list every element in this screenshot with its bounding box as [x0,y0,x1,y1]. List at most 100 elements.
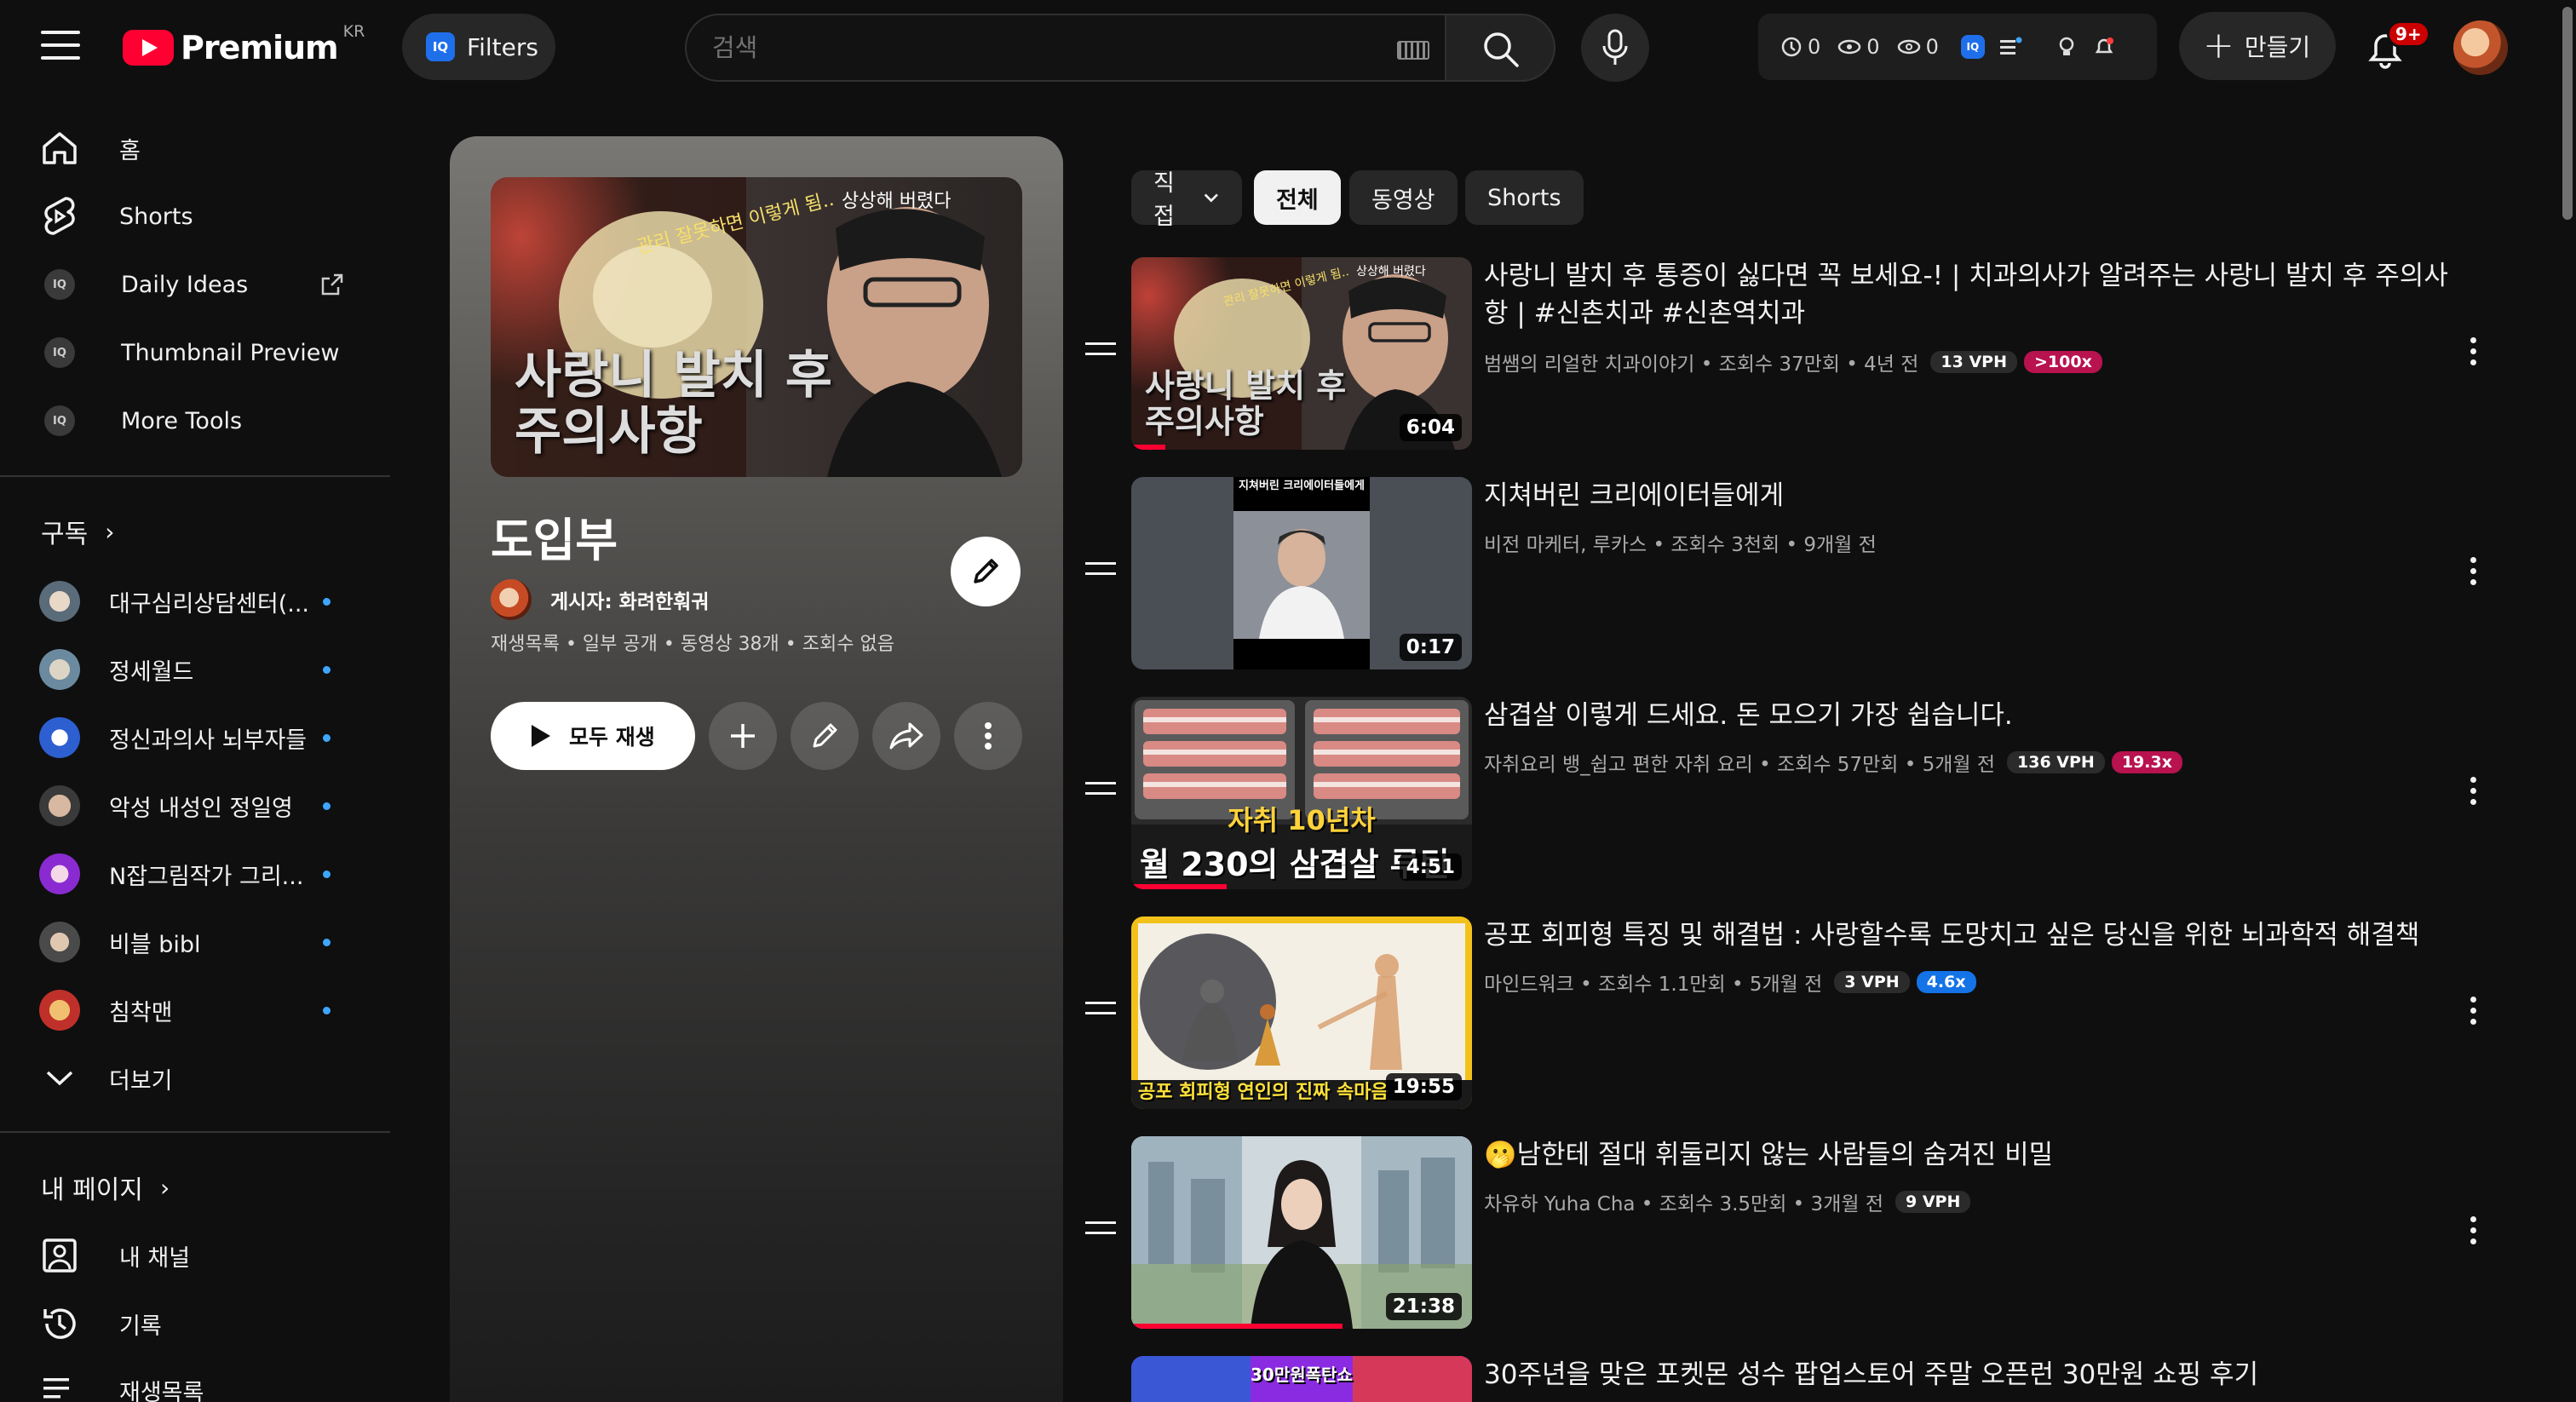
list-icon[interactable] [1998,36,2022,58]
chip-videos[interactable]: 동영상 [1349,170,1458,225]
video-more-menu-icon[interactable] [2470,1216,2479,1250]
watch-progress-bar [1131,1324,1343,1329]
filters-button[interactable]: IQ Filters [402,14,555,80]
sidebar-item-daily-ideas[interactable]: IQ Daily Ideas [20,250,378,319]
subscription-item[interactable]: 정세월드 [20,635,378,704]
playlist-video-row[interactable]: 자취 10년차 월 230의 삼겹살 루틴 4:51 삼겹살 이렇게 드세요. … [1078,697,2527,893]
edit-thumbnail-button[interactable] [951,537,1021,606]
external-link-icon [321,273,343,296]
playlist-thumbnail[interactable]: 관리 잘못하면 이렇게 됨.. 상상해 버렸다 사랑니 발치 후 주의사항 [491,177,1022,477]
share-icon [889,722,923,750]
video-thumbnail[interactable]: 지쳐버린 크리에이터들에게 0:17 [1131,477,1472,669]
video-more-menu-icon[interactable] [2470,777,2479,811]
iq-icon: IQ [44,269,75,300]
sidebar-item-playlists[interactable]: 재생목록 [20,1356,378,1402]
microphone-icon [1602,29,1628,65]
sidebar-item-label: 재생목록 [119,1379,204,1402]
new-content-dot [323,597,331,606]
voice-search-button[interactable] [1581,14,1649,82]
search-button[interactable] [1446,14,1555,82]
video-title[interactable]: 공포 회피형 특징 및 해결법 : 사랑할수록 도망치고 싶은 당신을 위한 뇌… [1484,916,2455,954]
drag-handle-icon[interactable] [1085,342,1116,361]
add-to-playlist-button[interactable] [709,702,777,770]
video-thumbnail[interactable]: 공포 회피형 연인의 진짜 속마음 19:55 [1131,916,1472,1109]
video-thumbnail[interactable]: 21:38 [1131,1136,1472,1329]
extension-toolbar: 0 0 0 IQ [1758,14,2157,80]
notification-count-badge: 9+ [2387,20,2430,48]
lightbulb-icon[interactable] [2055,35,2079,59]
video-title[interactable]: 삼겹살 이렇게 드세요. 돈 모으기 가장 쉽습니다. [1484,697,2455,734]
playlist-video-row[interactable]: 지쳐버린 크리에이터들에게 0:17 지쳐버린 크리에이터들에게 비전 마케터,… [1078,477,2527,673]
sidebar-item-history[interactable]: 기록 [20,1290,378,1358]
sidebar-item-more-tools[interactable]: IQ More Tools [20,387,378,455]
video-meta-text: 차유하 Yuha Cha • 조회수 3.5만회 • 3개월 전 [1484,1193,1883,1215]
outlier-ratio-badge: >100x [2024,351,2102,373]
playlist-video-row[interactable]: 21:38 🫢남한테 절대 휘둘리지 않는 사람들의 숨겨진 비밀 차유하 Yu… [1078,1136,2527,1332]
playlist-video-row[interactable]: 공포 회피형 연인의 진짜 속마음 19:55 공포 회피형 특징 및 해결법 … [1078,916,2527,1112]
video-title[interactable]: 지쳐버린 크리에이터들에게 [1484,477,2455,514]
ext-stat-views[interactable]: 0 [1837,35,1880,59]
video-more-menu-icon[interactable] [2470,557,2479,591]
sidebar-item-label: Shorts [119,203,193,230]
sidebar-divider [0,475,390,477]
subscription-item[interactable]: 비블 bibl [20,908,378,976]
video-title[interactable]: 30주년을 맞은 포켓몬 성수 팝업스토어 주말 오픈런 30만원 쇼핑 후기 [1484,1356,2455,1393]
chevron-right-icon: › [159,1173,170,1202]
ext-stat-clock[interactable]: 0 [1780,35,1820,59]
subscription-item[interactable]: 정신과의사 뇌부자들 [20,704,378,772]
sidebar-item-home[interactable]: 홈 [20,114,378,182]
more-actions-button[interactable] [954,702,1022,770]
playlist-video-row[interactable]: 30만원폭탄쇼 30주년을 맞은 포켓몬 성수 팝업스토어 주말 오픈런 30만… [1078,1356,2527,1402]
subscription-label: 침착맨 [109,999,173,1026]
drag-handle-icon[interactable] [1085,782,1116,801]
sidebar-item-shorts[interactable]: Shorts [20,182,378,250]
account-avatar[interactable] [2453,20,2508,75]
subscription-item[interactable]: N잡그림작가 그리... [20,840,378,908]
video-more-menu-icon[interactable] [2470,337,2479,371]
edit-playlist-button[interactable] [791,702,859,770]
sort-chip[interactable]: 직접 [1131,170,1242,230]
subscription-item[interactable]: 침착맨 [20,976,378,1044]
chip-all[interactable]: 전체 [1254,170,1341,225]
iq-extension-icon[interactable]: IQ [1960,35,1985,59]
show-more-button[interactable]: 더보기 [20,1044,378,1112]
chip-shorts[interactable]: Shorts [1465,170,1584,225]
subscriptions-header[interactable]: 구독 › [41,513,114,550]
video-title[interactable]: 사랑니 발치 후 통증이 싫다면 꼭 보세요-! | 치과의사가 알려주는 사랑… [1484,257,2455,332]
search-input[interactable] [712,27,1377,68]
search-box [685,14,1446,82]
alert-bell-icon[interactable] [2092,35,2116,59]
sidebar-item-my-channel[interactable]: 내 채널 [20,1221,378,1290]
keyboard-icon[interactable] [1397,41,1429,60]
video-thumbnail[interactable]: 관리 잘못하면 이렇게 됨.. 상상해 버렸다 사랑니 발치 후 주의사항 6:… [1131,257,1472,450]
channel-avatar [39,717,80,758]
outlier-ratio-badge: 4.6x [1916,971,1976,993]
play-all-label: 모두 재생 [569,725,655,750]
video-thumbnail[interactable]: 30만원폭탄쇼 [1131,1356,1472,1402]
video-more-menu-icon[interactable] [2470,997,2479,1031]
subscription-item[interactable]: 악성 내성인 정일영 [20,772,378,840]
share-button[interactable] [872,702,940,770]
create-button[interactable]: + 만들기 [2179,12,2336,80]
thumb-text: 자취 10년차 [1228,804,1376,836]
playlist-owner[interactable]: 게시자: 화려한훠궈 [491,579,710,620]
video-title[interactable]: 🫢남한테 절대 휘둘리지 않는 사람들의 숨겨진 비밀 [1484,1136,2455,1174]
scrollbar-thumb[interactable] [2562,7,2573,220]
you-section-header[interactable]: 내 페이지 › [41,1169,170,1206]
playlist-thumb-text-1: 사랑니 발치 후 [515,346,832,405]
drag-handle-icon[interactable] [1085,1221,1116,1240]
menu-icon[interactable] [41,31,80,63]
vph-badge: 13 VPH [1930,351,2017,373]
ext-stat-impressions[interactable]: 0 [1897,35,1939,59]
sidebar-item-thumbnail-preview[interactable]: IQ Thumbnail Preview [20,319,378,387]
page-scrollbar[interactable] [2559,0,2576,1402]
youtube-premium-logo[interactable]: Premium KR [123,22,365,66]
play-all-button[interactable]: 모두 재생 [491,702,695,770]
playlist-video-row[interactable]: 관리 잘못하면 이렇게 됨.. 상상해 버렸다 사랑니 발치 후 주의사항 6:… [1078,257,2527,453]
drag-handle-icon[interactable] [1085,1002,1116,1020]
subscription-item[interactable]: 대구심리상담센터(... [20,567,378,635]
iq-icon: IQ [44,405,75,436]
video-thumbnail[interactable]: 자취 10년차 월 230의 삼겹살 루틴 4:51 [1131,697,1472,889]
drag-handle-icon[interactable] [1085,562,1116,581]
show-more-label: 더보기 [109,1067,173,1095]
